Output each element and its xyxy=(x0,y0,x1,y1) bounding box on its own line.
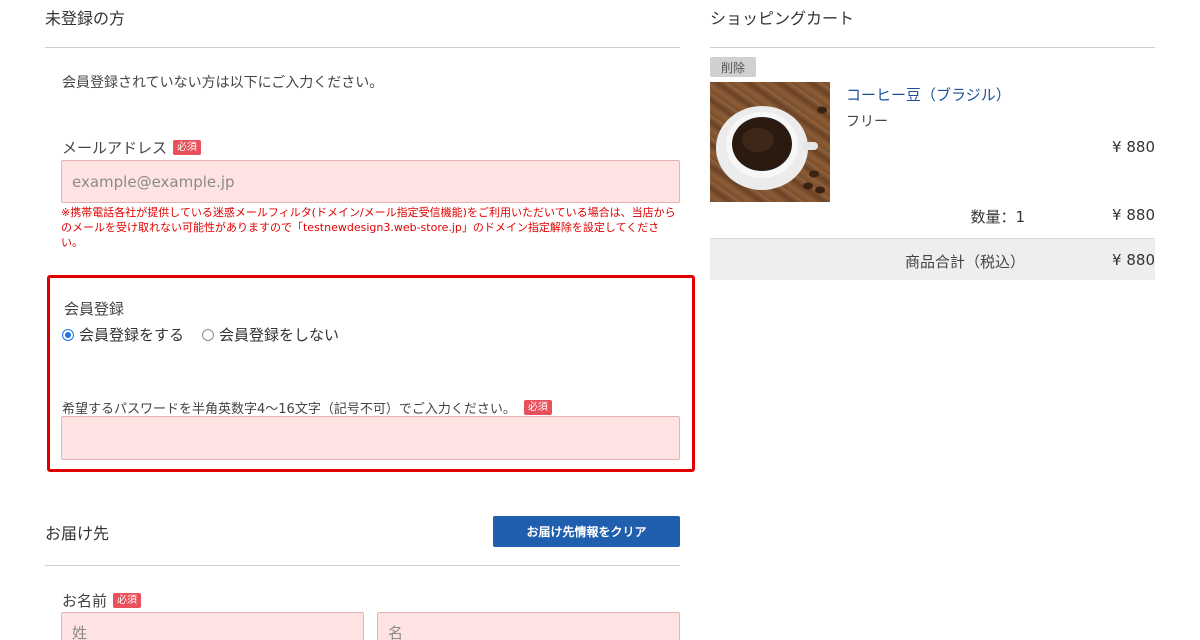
radio-register[interactable]: 会員登録をする xyxy=(62,324,184,345)
last-name-placeholder: 姓 xyxy=(72,623,88,640)
cart-section: ショッピングカート 削除 コーヒー豆（ブラジル） フリー ¥ 880 数量：1 … xyxy=(710,0,1155,640)
product-name-link[interactable]: コーヒー豆（ブラジル） xyxy=(846,84,1011,105)
radio-no-register[interactable]: 会員登録をしない xyxy=(202,324,339,345)
shipping-title: お届け先 xyxy=(45,524,110,543)
password-label-text: 希望するパスワードを半角英数字4〜16文字（記号不可）でご入力ください。 xyxy=(62,402,516,417)
required-badge: 必須 xyxy=(173,140,202,155)
clear-shipping-button[interactable]: お届け先情報をクリア xyxy=(493,516,680,547)
radio-checked-icon[interactable] xyxy=(62,328,74,341)
guest-title: 未登録の方 xyxy=(45,9,126,28)
member-registration-box: 会員登録 会員登録をする 会員登録をしない 希望するパスワードを半角英数字4〜1… xyxy=(47,275,695,472)
name-label-text: お名前 xyxy=(62,592,108,610)
email-label: メールアドレス 必須 xyxy=(62,137,202,158)
password-label: 希望するパスワードを半角英数字4〜16文字（記号不可）でご入力ください。 必須 xyxy=(62,398,552,417)
divider xyxy=(710,47,1155,48)
required-badge: 必須 xyxy=(113,593,142,608)
divider xyxy=(45,47,680,48)
last-name-input[interactable]: 姓 xyxy=(61,612,364,640)
radio-register-label: 会員登録をする xyxy=(79,326,185,344)
line-price: ¥ 880 xyxy=(1112,206,1155,224)
email-input[interactable]: example@example.jp xyxy=(61,160,680,203)
divider xyxy=(45,565,680,566)
subtotal-label: 商品合計（税込） xyxy=(904,253,1025,271)
subtotal-row: 商品合計（税込） ¥ 880 xyxy=(710,238,1155,280)
unit-price: ¥ 880 xyxy=(1112,138,1155,156)
first-name-input[interactable]: 名 xyxy=(377,612,680,640)
cart-title: ショッピングカート xyxy=(710,9,855,28)
password-input[interactable] xyxy=(61,416,680,460)
member-registration-title: 会員登録 xyxy=(64,300,125,318)
name-label: お名前 必須 xyxy=(62,590,142,611)
email-label-text: メールアドレス xyxy=(62,139,168,157)
subtotal-value: ¥ 880 xyxy=(1112,251,1155,269)
checkout-page: 未登録の方 会員登録されていない方は以下にご入力ください。 メールアドレス 必須… xyxy=(0,0,1200,640)
radio-no-register-label: 会員登録をしない xyxy=(219,326,340,344)
product-variant: フリー xyxy=(846,114,888,130)
delete-item-button[interactable]: 削除 xyxy=(710,57,756,77)
member-radio-group: 会員登録をする 会員登録をしない xyxy=(62,324,357,345)
required-badge: 必須 xyxy=(523,400,552,415)
coffee-cup-icon xyxy=(716,106,827,194)
guest-intro-text: 会員登録されていない方は以下にご入力ください。 xyxy=(62,75,384,91)
product-image[interactable] xyxy=(710,82,830,202)
spam-filter-warning: ※携帯電話各社が提供している迷惑メールフィルタ(ドメイン/メール指定受信機能)を… xyxy=(61,206,676,249)
email-placeholder: example@example.jp xyxy=(72,172,235,191)
first-name-placeholder: 名 xyxy=(388,623,404,640)
quantity-label: 数量：1 xyxy=(970,208,1025,226)
radio-unchecked-icon[interactable] xyxy=(202,328,215,341)
